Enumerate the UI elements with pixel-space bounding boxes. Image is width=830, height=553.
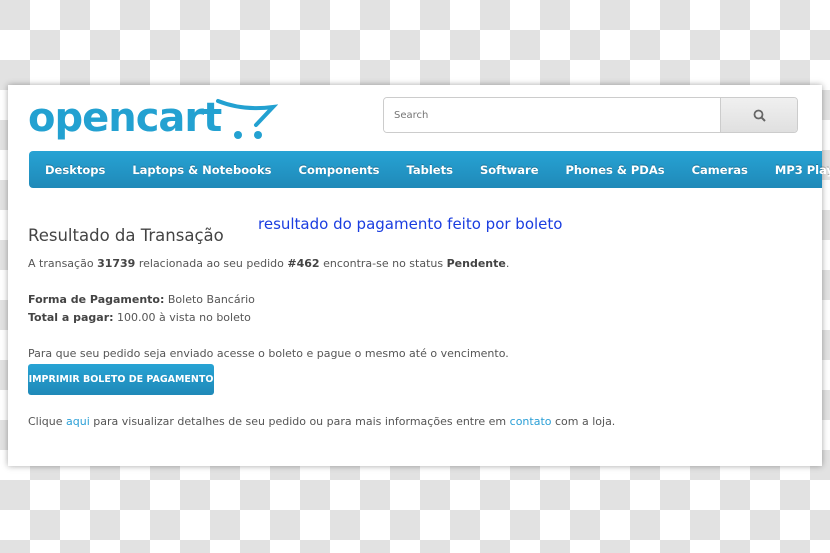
opencart-logo[interactable]: opencart <box>28 93 279 143</box>
nav-cameras[interactable]: Cameras <box>692 163 748 177</box>
order-details-link[interactable]: aqui <box>66 415 90 428</box>
footer-text: Clique aqui para visualizar detalhes de … <box>28 415 616 428</box>
nav-software[interactable]: Software <box>480 163 539 177</box>
contact-link[interactable]: contato <box>510 415 552 428</box>
page-panel: opencart Desktops Laptops & Notebooks Co… <box>8 85 830 466</box>
instructions: Para que seu pedido seja enviado acesse … <box>28 347 509 360</box>
search-icon <box>753 109 766 122</box>
page-title: Resultado da Transação <box>28 226 224 245</box>
total-amount: Total a pagar: 100.00 à vista no boleto <box>28 311 251 324</box>
nav-components[interactable]: Components <box>299 163 380 177</box>
print-boleto-button[interactable]: IMPRIMIR BOLETO DE PAGAMENTO <box>28 364 214 395</box>
svg-text:opencart: opencart <box>28 95 222 141</box>
nav-laptops-notebooks[interactable]: Laptops & Notebooks <box>132 163 271 177</box>
search-button[interactable] <box>720 98 797 132</box>
nav-desktops[interactable]: Desktops <box>45 163 105 177</box>
payment-method: Forma de Pagamento: Boleto Bancário <box>28 293 255 306</box>
search-input[interactable] <box>384 98 720 132</box>
annotation-text: resultado do pagamento feito por boleto <box>258 215 563 233</box>
search-box <box>383 97 798 133</box>
nav-mp3-players[interactable]: MP3 Players <box>775 163 830 177</box>
category-nav: Desktops Laptops & Notebooks Components … <box>29 151 830 188</box>
nav-phones-pdas[interactable]: Phones & PDAs <box>566 163 665 177</box>
transaction-status: A transação 31739 relacionada ao seu ped… <box>28 257 510 270</box>
nav-tablets[interactable]: Tablets <box>407 163 453 177</box>
